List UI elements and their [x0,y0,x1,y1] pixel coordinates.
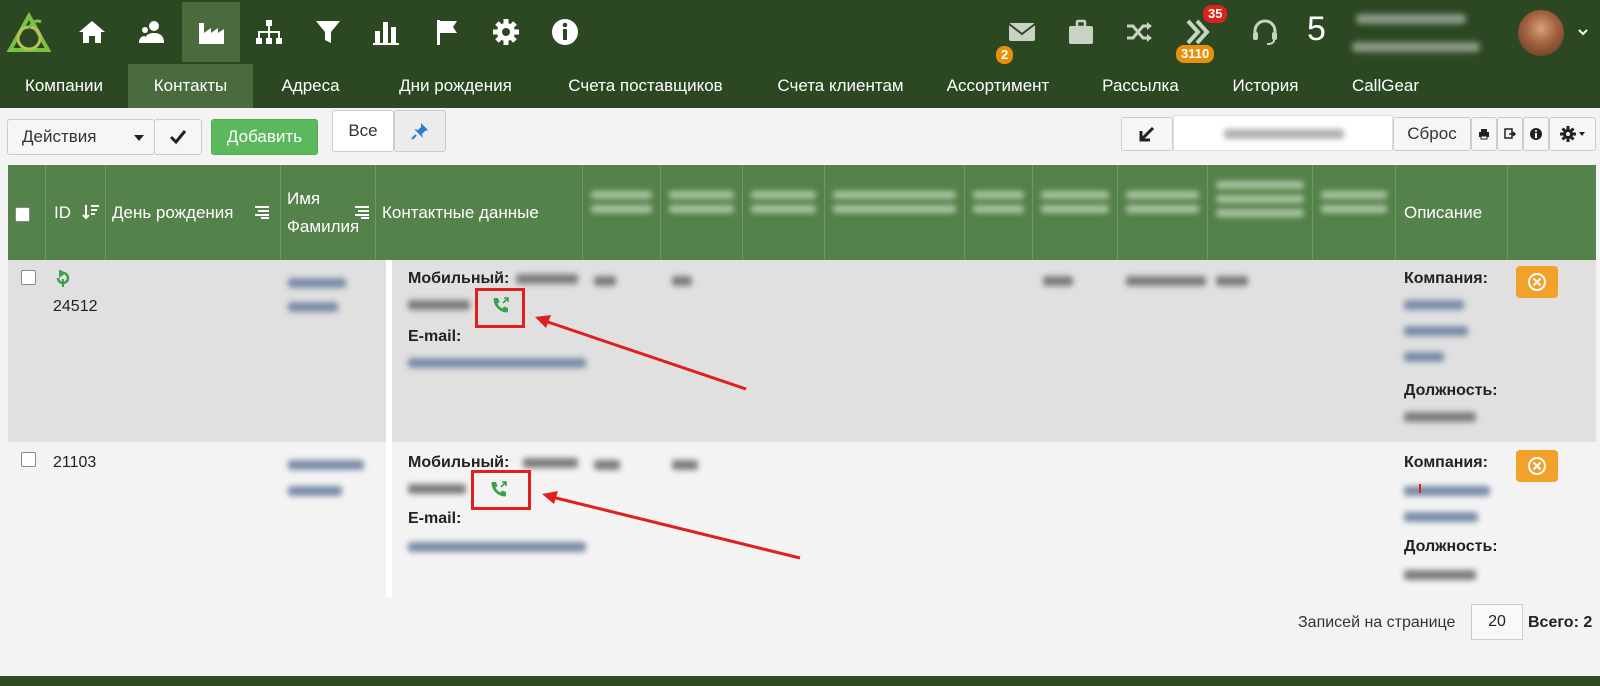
tab-birthdays[interactable]: Дни рождения [368,64,543,108]
tab-mailing[interactable]: Рассылка [1083,64,1198,108]
mail-count-badge: 2 [996,46,1014,64]
annotation-arrows [535,315,1421,560]
app-logo-icon[interactable] [6,11,52,56]
tasks-orange-badge: 3110 [1176,45,1215,63]
org-chart-icon[interactable] [240,2,298,62]
tab-callgear[interactable]: CallGear [1323,64,1448,108]
bar-chart-icon[interactable] [357,2,415,62]
tab-contacts[interactable]: Контакты [128,64,253,108]
tab-assortment[interactable]: Ассортимент [933,64,1063,108]
avatar[interactable] [1518,10,1564,56]
user-role-blurred [1352,42,1480,52]
chevron-down-icon[interactable] [1577,26,1589,38]
users-icon[interactable] [122,2,180,62]
main-nav: Компании Контакты Адреса Дни рождения Сч… [0,64,1600,108]
briefcase-icon[interactable] [1059,10,1103,54]
headset-icon[interactable] [1243,10,1287,54]
info-icon[interactable] [536,2,594,62]
per-page-input[interactable]: 20 [1471,604,1523,640]
top-bar: 2 35 3110 5 [0,0,1600,64]
tab-supplier-invoices[interactable]: Счета поставщиков [543,64,748,108]
tab-history[interactable]: История [1208,64,1323,108]
tasks-red-badge: 35 [1203,5,1228,23]
gear-icon[interactable] [477,2,535,62]
counter-number: 5 [1307,10,1326,48]
content-area: Действия Добавить Все Сброс ID День рожд… [0,108,1600,676]
filter-icon[interactable] [299,2,357,62]
per-page-label: Записей на странице [1298,614,1456,631]
shuffle-icon[interactable] [1117,10,1161,54]
factory-icon[interactable] [182,2,240,62]
home-icon[interactable] [63,2,121,62]
total-count: Всего: 2 [1528,614,1593,631]
flag-icon[interactable] [418,2,476,62]
tab-companies[interactable]: Компании [0,64,128,108]
tab-client-invoices[interactable]: Счета клиентам [748,64,933,108]
tab-addresses[interactable]: Адреса [253,64,368,108]
user-name-blurred [1356,14,1466,24]
